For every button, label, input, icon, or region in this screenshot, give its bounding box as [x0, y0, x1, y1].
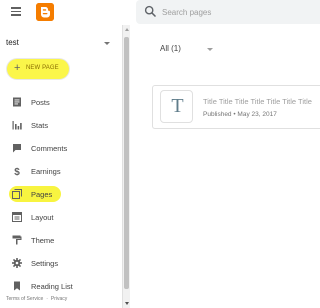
- pages-filter-dropdown[interactable]: All (1): [160, 44, 220, 56]
- comments-icon: [13, 144, 21, 153]
- sidebar-scrollbar[interactable]: [122, 25, 130, 308]
- scroll-up-arrow-icon[interactable]: [125, 28, 129, 31]
- thumbnail-letter: T: [171, 95, 184, 117]
- top-bar: [0, 0, 320, 25]
- sidebar-item-label: Reading List: [31, 282, 73, 291]
- filter-label: All (1): [160, 44, 181, 53]
- bookmark-icon: [14, 281, 20, 291]
- sidebar-item-layout[interactable]: Layout: [0, 207, 122, 229]
- chevron-down-icon[interactable]: [104, 42, 110, 45]
- terms-link[interactable]: Terms of Service: [6, 296, 43, 302]
- search-icon[interactable]: [144, 5, 157, 18]
- plus-icon: +: [14, 62, 21, 74]
- sidebar-item-label: Comments: [31, 144, 68, 153]
- page-status: Published • May 23, 2017: [203, 111, 277, 118]
- sidebar-item-label: Stats: [31, 121, 49, 130]
- sidebar-item-stats[interactable]: Stats: [0, 115, 122, 137]
- page-thumbnail: T: [160, 90, 193, 123]
- svg-text:$: $: [14, 167, 20, 176]
- search-bar[interactable]: [136, 0, 320, 24]
- sidebar-item-pages[interactable]: Pages: [0, 184, 122, 206]
- privacy-link[interactable]: Privacy: [51, 296, 67, 302]
- pages-icon: [12, 189, 22, 199]
- hamburger-menu-icon[interactable]: [11, 7, 21, 16]
- scrollbar-thumb[interactable]: [124, 37, 129, 289]
- sidebar-item-label: Layout: [31, 213, 54, 222]
- sidebar-item-theme[interactable]: Theme: [0, 230, 122, 252]
- stats-icon: [12, 121, 22, 130]
- main-content: All (1) T Title Title Title Title Title …: [130, 25, 320, 308]
- search-input[interactable]: [162, 4, 312, 20]
- blog-selector[interactable]: test: [6, 38, 110, 50]
- page-title[interactable]: Title Title Title Title Title Title Titl…: [203, 97, 320, 106]
- scroll-down-arrow-icon[interactable]: [125, 302, 129, 305]
- sidebar-item-label: Pages: [31, 190, 53, 199]
- footer-links: Terms of Service · Privacy: [6, 296, 70, 302]
- blogger-logo-icon[interactable]: [36, 3, 54, 21]
- sidebar-item-comments[interactable]: Comments: [0, 138, 122, 160]
- new-page-button[interactable]: + NEW PAGE: [7, 59, 69, 79]
- layout-icon: [12, 212, 22, 222]
- sidebar-item-earnings[interactable]: $ Earnings: [0, 161, 122, 183]
- posts-icon: [13, 97, 21, 107]
- gear-icon: [12, 258, 22, 268]
- page-list-item[interactable]: T Title Title Title Title Title Title Ti…: [152, 85, 320, 129]
- dollar-icon: $: [14, 167, 20, 176]
- blog-name: test: [6, 38, 19, 47]
- theme-icon: [12, 235, 22, 245]
- sidebar: test + NEW PAGE Posts Stats Comments $ E…: [0, 25, 122, 308]
- new-page-label: NEW PAGE: [26, 65, 59, 71]
- chevron-down-icon[interactable]: [207, 48, 213, 51]
- sidebar-item-label: Earnings: [31, 167, 61, 176]
- sidebar-item-reading-list[interactable]: Reading List: [0, 276, 122, 298]
- sidebar-item-posts[interactable]: Posts: [0, 92, 122, 114]
- sidebar-item-label: Settings: [31, 259, 59, 268]
- sidebar-item-settings[interactable]: Settings: [0, 253, 122, 275]
- sidebar-item-label: Posts: [31, 98, 50, 107]
- sidebar-item-label: Theme: [31, 236, 55, 245]
- footer-separator: ·: [46, 296, 48, 302]
